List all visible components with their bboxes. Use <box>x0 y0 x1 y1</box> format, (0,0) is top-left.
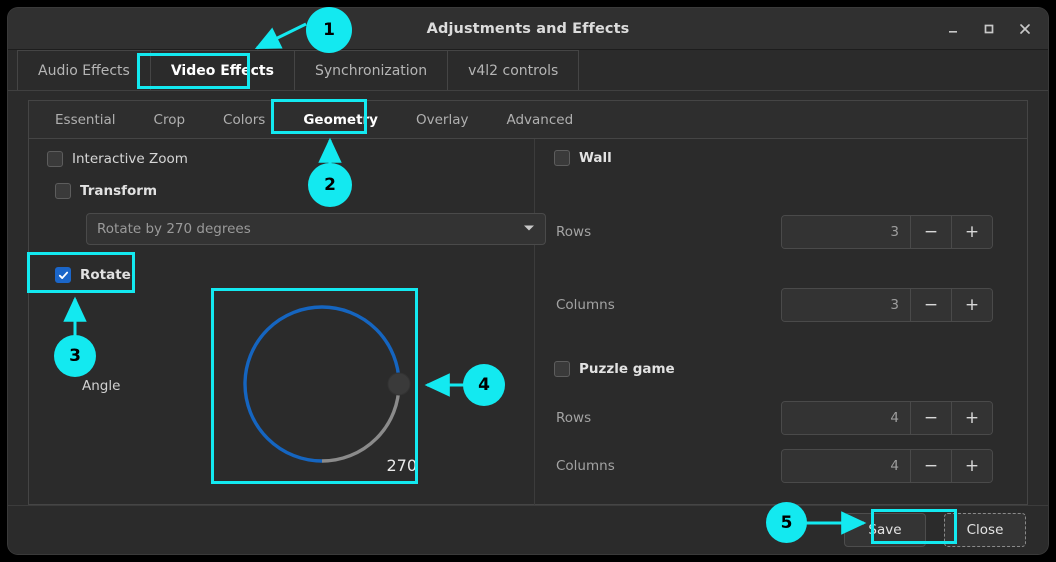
subtab-crop[interactable]: Crop <box>135 101 205 138</box>
window-controls <box>938 8 1040 50</box>
angle-dial[interactable]: 270 <box>221 284 427 481</box>
subtab-label: Colors <box>223 112 265 128</box>
interactive-zoom-row[interactable]: Interactive Zoom <box>47 151 188 167</box>
wall-columns-decrement-button[interactable]: − <box>910 289 951 321</box>
puzzle-rows-label: Rows <box>556 410 591 426</box>
subtab-label: Overlay <box>416 112 468 128</box>
puzzle-columns-increment-button[interactable]: + <box>951 450 992 482</box>
tab-label: Audio Effects <box>38 63 130 79</box>
video-effects-panel: Essential Crop Colors Geometry Overlay A… <box>28 100 1028 505</box>
transform-select[interactable]: Rotate by 270 degrees <box>86 213 546 245</box>
wall-columns-row: Columns 3 − + <box>534 288 1009 322</box>
subtab-colors[interactable]: Colors <box>204 101 284 138</box>
subtab-overlay[interactable]: Overlay <box>397 101 487 138</box>
wall-rows-increment-button[interactable]: + <box>951 216 992 248</box>
screenshot-root: Adjustments and Effects Audio Effects Vi… <box>0 0 1056 562</box>
puzzle-columns-label: Columns <box>556 458 615 474</box>
wall-checkbox[interactable] <box>554 150 570 166</box>
interactive-zoom-checkbox[interactable] <box>47 151 63 167</box>
tab-label: Synchronization <box>315 63 427 79</box>
wall-rows-decrement-button[interactable]: − <box>910 216 951 248</box>
close-icon[interactable] <box>1010 15 1040 43</box>
wall-columns-value[interactable]: 3 <box>782 289 910 321</box>
tab-audio-effects[interactable]: Audio Effects <box>17 50 151 90</box>
wall-columns-increment-button[interactable]: + <box>951 289 992 321</box>
tab-synchronization[interactable]: Synchronization <box>294 50 448 90</box>
minimize-icon[interactable] <box>938 15 968 43</box>
geometry-right-column: Wall Rows 3 − + Columns 3 <box>534 139 1027 505</box>
adjustments-and-effects-window: Adjustments and Effects Audio Effects Vi… <box>8 8 1048 554</box>
subtab-essential[interactable]: Essential <box>36 101 135 138</box>
wall-rows-value[interactable]: 3 <box>782 216 910 248</box>
puzzle-game-label: Puzzle game <box>579 361 675 377</box>
wall-columns-spinner[interactable]: 3 − + <box>781 288 993 322</box>
puzzle-game-checkbox[interactable] <box>554 361 570 377</box>
window-title: Adjustments and Effects <box>427 21 630 37</box>
wall-label: Wall <box>579 150 612 166</box>
subtab-label: Geometry <box>303 112 378 128</box>
save-button[interactable]: Save <box>844 513 926 547</box>
maximize-icon[interactable] <box>974 15 1004 43</box>
tab-video-effects[interactable]: Video Effects <box>150 50 295 90</box>
angle-dial-graphic[interactable] <box>221 284 427 481</box>
title-bar: Adjustments and Effects <box>8 8 1048 50</box>
puzzle-columns-value[interactable]: 4 <box>782 450 910 482</box>
puzzle-columns-row: Columns 4 − + <box>534 449 1009 483</box>
tab-v4l2-controls[interactable]: v4l2 controls <box>447 50 579 90</box>
puzzle-game-row[interactable]: Puzzle game <box>554 361 675 377</box>
subtab-geometry[interactable]: Geometry <box>284 101 397 138</box>
transform-label: Transform <box>80 183 157 199</box>
dialog-footer: Save Close <box>8 505 1048 554</box>
wall-columns-label: Columns <box>556 297 615 313</box>
puzzle-columns-spinner[interactable]: 4 − + <box>781 449 993 483</box>
wall-row[interactable]: Wall <box>554 150 612 166</box>
subtab-label: Essential <box>55 112 116 128</box>
rotate-row[interactable]: Rotate <box>55 267 131 283</box>
puzzle-rows-spinner[interactable]: 4 − + <box>781 401 993 435</box>
interactive-zoom-label: Interactive Zoom <box>72 151 188 167</box>
main-tab-bar: Audio Effects Video Effects Synchronizat… <box>8 50 1048 91</box>
puzzle-rows-value[interactable]: 4 <box>782 402 910 434</box>
wall-rows-row: Rows 3 − + <box>534 215 1009 249</box>
puzzle-rows-decrement-button[interactable]: − <box>910 402 951 434</box>
subtab-advanced[interactable]: Advanced <box>487 101 592 138</box>
transform-row[interactable]: Transform <box>55 183 157 199</box>
subtab-label: Crop <box>154 112 186 128</box>
wall-rows-label: Rows <box>556 224 591 240</box>
angle-dial-value: 270 <box>386 456 417 475</box>
puzzle-rows-row: Rows 4 − + <box>534 401 1009 435</box>
geometry-left-column: Interactive Zoom Transform Rotate by 270… <box>29 139 534 505</box>
tab-label: v4l2 controls <box>468 63 558 79</box>
rotate-label: Rotate <box>80 267 131 283</box>
puzzle-rows-increment-button[interactable]: + <box>951 402 992 434</box>
subtab-label: Advanced <box>506 112 573 128</box>
rotate-checkbox[interactable] <box>55 267 71 283</box>
puzzle-columns-decrement-button[interactable]: − <box>910 450 951 482</box>
transform-select-value: Rotate by 270 degrees <box>97 221 523 237</box>
sub-tab-bar: Essential Crop Colors Geometry Overlay A… <box>29 101 1027 139</box>
wall-rows-spinner[interactable]: 3 − + <box>781 215 993 249</box>
geometry-panel: Interactive Zoom Transform Rotate by 270… <box>29 139 1027 505</box>
close-button[interactable]: Close <box>944 513 1026 547</box>
tab-label: Video Effects <box>171 63 274 79</box>
angle-label: Angle <box>82 378 120 394</box>
transform-checkbox[interactable] <box>55 183 71 199</box>
